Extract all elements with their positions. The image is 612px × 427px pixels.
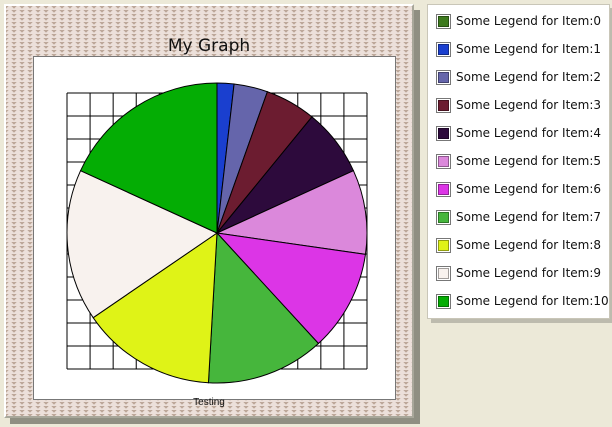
plot-area	[33, 56, 396, 400]
legend-label: Some Legend for Item:6	[456, 182, 602, 196]
legend-swatch	[436, 125, 451, 141]
legend-item: Some Legend for Item:8	[436, 235, 612, 255]
legend-swatch	[436, 41, 451, 57]
legend: Some Legend for Item:0 Some Legend for It…	[427, 4, 610, 319]
legend-item: Some Legend for Item:5	[436, 151, 612, 171]
pie-chart	[66, 82, 368, 384]
chart-title: My Graph	[167, 36, 251, 56]
legend-item: Some Legend for Item:2	[436, 67, 612, 87]
legend-label: Some Legend for Item:5	[456, 154, 602, 168]
legend-swatch	[436, 69, 451, 85]
legend-label: Some Legend for Item:3	[456, 98, 602, 112]
legend-swatch	[436, 13, 451, 29]
legend-swatch	[436, 181, 451, 197]
legend-label: Some Legend for Item:4	[456, 126, 602, 140]
legend-item: Some Legend for Item:9	[436, 263, 612, 283]
legend-label: Some Legend for Item:2	[456, 70, 602, 84]
pie	[66, 82, 368, 384]
legend-swatch	[436, 209, 451, 225]
legend-item: Some Legend for Item:10	[436, 291, 612, 311]
legend-swatch	[436, 265, 451, 281]
legend-swatch	[436, 153, 451, 169]
legend-label: Some Legend for Item:0	[456, 14, 602, 28]
legend-label: Some Legend for Item:10	[456, 294, 609, 308]
x-axis-label: Testing	[193, 397, 225, 408]
legend-swatch	[436, 293, 451, 309]
legend-item: Some Legend for Item:1	[436, 39, 612, 59]
legend-label: Some Legend for Item:9	[456, 266, 602, 280]
legend-label: Some Legend for Item:8	[456, 238, 602, 252]
legend-item: Some Legend for Item:7	[436, 207, 612, 227]
legend-swatch	[436, 97, 451, 113]
legend-item: Some Legend for Item:3	[436, 95, 612, 115]
legend-item: Some Legend for Item:6	[436, 179, 612, 199]
legend-label: Some Legend for Item:7	[456, 210, 602, 224]
chart-panel: My Graph Testing	[4, 4, 414, 418]
legend-item: Some Legend for Item:4	[436, 123, 612, 143]
legend-label: Some Legend for Item:1	[456, 42, 602, 56]
legend-swatch	[436, 237, 451, 253]
legend-item: Some Legend for Item:0	[436, 11, 612, 31]
